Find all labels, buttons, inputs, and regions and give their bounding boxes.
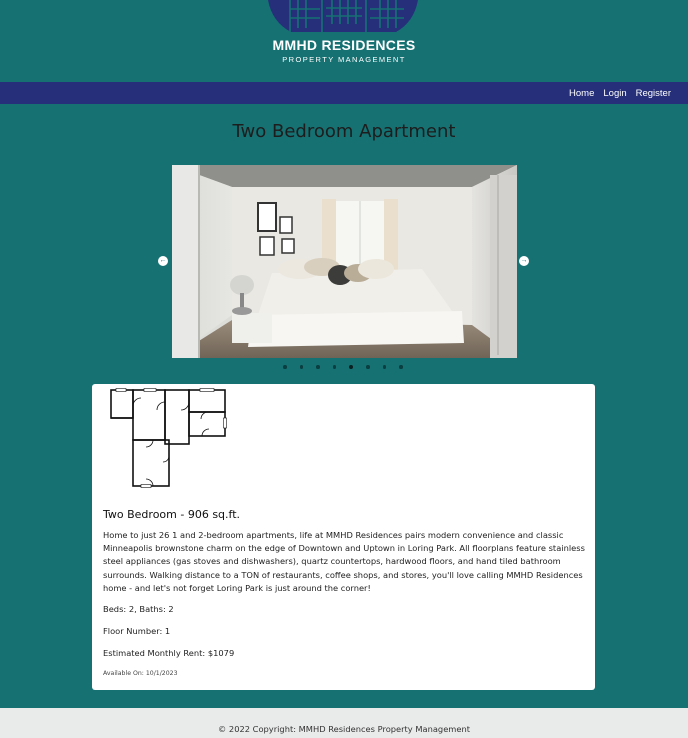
carousel-prev-arrow[interactable]: ← — [158, 256, 168, 266]
carousel-dot[interactable] — [382, 365, 386, 369]
nav-links: Home Login Register — [569, 82, 671, 104]
footer-copyright: © 2022 Copyright: MMHD Residences Proper… — [217, 724, 471, 734]
carousel-dot[interactable] — [299, 365, 303, 369]
listing-description: Home to just 26 1 and 2-bedroom apartmen… — [103, 530, 585, 593]
carousel-next-arrow[interactable]: → — [519, 256, 529, 266]
brand-subtitle: PROPERTY MANAGEMENT — [282, 55, 406, 64]
page-title: Two Bedroom Apartment — [232, 121, 456, 142]
nav-home-link[interactable]: Home — [569, 88, 594, 99]
navbar: Home Login Register — [0, 82, 688, 104]
monthly-rent: Estimated Monthly Rent: $1079 — [103, 648, 235, 658]
available-date: Available On: 10/1/2023 — [103, 670, 178, 677]
site-header: MMHD RESIDENCES PROPERTY MANAGEMENT — [0, 0, 688, 82]
nav-login-link[interactable]: Login — [603, 88, 626, 99]
carousel-dot[interactable] — [283, 365, 287, 369]
carousel-dot[interactable] — [316, 365, 320, 369]
beds-baths: Beds: 2, Baths: 2 — [103, 604, 174, 614]
carousel-dot[interactable] — [349, 365, 353, 369]
carousel-dot[interactable] — [366, 365, 370, 369]
listing-title: Two Bedroom - 906 sq.ft. — [103, 508, 241, 521]
site-footer: © 2022 Copyright: MMHD Residences Proper… — [0, 708, 688, 738]
carousel-dot[interactable] — [332, 365, 336, 369]
floorplan-image — [110, 388, 227, 488]
floor-number: Floor Number: 1 — [103, 626, 171, 636]
nav-register-link[interactable]: Register — [636, 88, 671, 99]
photo-carousel[interactable] — [172, 165, 517, 358]
carousel-dot[interactable] — [399, 365, 403, 369]
listing-card: Two Bedroom - 906 sq.ft. Home to just 26… — [92, 384, 595, 690]
carousel-indicators — [283, 365, 403, 369]
brand-name: MMHD RESIDENCES — [272, 37, 416, 53]
bedroom-photo — [172, 165, 517, 358]
